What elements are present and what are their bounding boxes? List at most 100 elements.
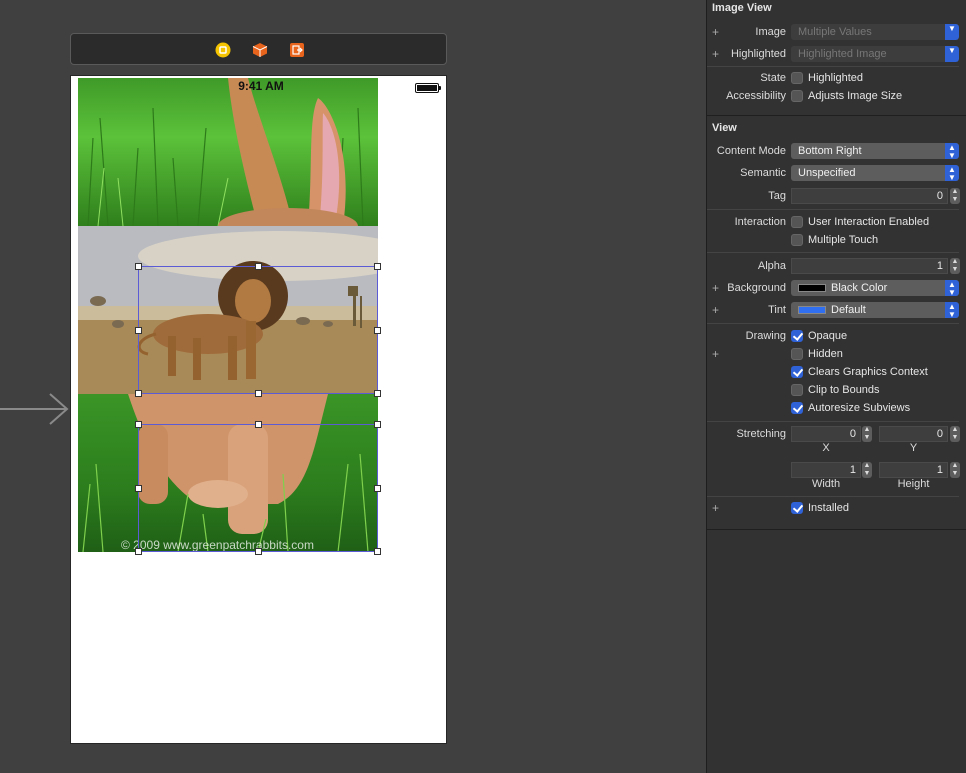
autoresize-subviews-label: Autoresize Subviews bbox=[808, 402, 911, 414]
alpha-label: Alpha bbox=[757, 260, 786, 272]
stretching-label: Stretching bbox=[736, 428, 786, 440]
resize-handle[interactable] bbox=[135, 327, 142, 334]
add-variation-button[interactable]: + bbox=[712, 501, 719, 515]
tag-label: Tag bbox=[768, 190, 786, 202]
stretch-height-stepper[interactable]: ▲ ▼ bbox=[950, 462, 960, 478]
multiple-touch-checkbox[interactable] bbox=[791, 234, 803, 246]
rabbit-image-top[interactable] bbox=[78, 78, 378, 226]
hidden-checkbox[interactable] bbox=[791, 348, 803, 360]
tint-value: Default bbox=[831, 304, 866, 316]
content-mode-value: Bottom Right bbox=[798, 145, 862, 157]
resize-handle[interactable] bbox=[255, 548, 262, 555]
semantic-popup[interactable]: Unspecified ▲ ▼ bbox=[791, 165, 959, 181]
add-variation-button[interactable]: + bbox=[712, 347, 719, 361]
add-variation-button[interactable]: + bbox=[712, 47, 719, 61]
stretch-height-field[interactable]: 1 bbox=[879, 462, 948, 478]
image-combobox[interactable]: Multiple Values ▼ bbox=[791, 24, 959, 40]
chevron-down-icon[interactable]: ▼ bbox=[945, 46, 959, 62]
resize-handle[interactable] bbox=[135, 485, 142, 492]
resize-handle[interactable] bbox=[135, 548, 142, 555]
add-variation-button[interactable]: + bbox=[712, 281, 719, 295]
stretch-y-stepper[interactable]: ▲ ▼ bbox=[950, 426, 960, 442]
user-interaction-label: User Interaction Enabled bbox=[808, 216, 930, 228]
highlighted-value: Highlighted Image bbox=[798, 48, 887, 60]
autoresize-subviews-checkbox[interactable] bbox=[791, 402, 803, 414]
stretch-x-field[interactable]: 0 bbox=[791, 426, 861, 442]
tint-color-swatch bbox=[798, 306, 826, 315]
resize-handle[interactable] bbox=[374, 390, 381, 397]
chevron-down-icon[interactable]: ▼ bbox=[945, 24, 959, 40]
semantic-value: Unspecified bbox=[798, 167, 856, 179]
iphone-canvas[interactable]: 9:41 AM © 2009 www.greenpatchrabbits.com bbox=[70, 75, 447, 744]
alpha-stepper[interactable]: ▲ ▼ bbox=[950, 258, 960, 274]
entry-point-arrow-icon[interactable] bbox=[0, 392, 72, 428]
resize-handle[interactable] bbox=[255, 421, 262, 428]
highlighted-checkbox[interactable] bbox=[791, 72, 803, 84]
clip-to-bounds-checkbox[interactable] bbox=[791, 384, 803, 396]
resize-handle[interactable] bbox=[374, 548, 381, 555]
tint-color-popup[interactable]: Default ▲ ▼ bbox=[791, 302, 959, 318]
stretch-x-stepper[interactable]: ▲ ▼ bbox=[862, 426, 872, 442]
add-variation-button[interactable]: + bbox=[712, 303, 719, 317]
clears-graphics-context-checkbox[interactable] bbox=[791, 366, 803, 378]
alpha-field[interactable]: 1 bbox=[791, 258, 948, 274]
stretch-width-stepper[interactable]: ▲ ▼ bbox=[862, 462, 872, 478]
status-bar-time: 9:41 AM bbox=[238, 79, 284, 93]
background-value: Black Color bbox=[831, 282, 888, 294]
up-down-arrows-icon[interactable]: ▲ ▼ bbox=[945, 280, 959, 296]
resize-handle[interactable] bbox=[374, 327, 381, 334]
up-down-arrows-icon[interactable]: ▲ ▼ bbox=[945, 143, 959, 159]
installed-checkbox[interactable] bbox=[791, 502, 803, 514]
state-label: State bbox=[760, 72, 786, 84]
stretch-width-caption: Width bbox=[811, 478, 841, 490]
opaque-label: Opaque bbox=[808, 330, 848, 342]
tag-stepper[interactable]: ▲ ▼ bbox=[950, 188, 960, 204]
battery-icon bbox=[415, 83, 441, 93]
resize-handle[interactable] bbox=[374, 485, 381, 492]
highlighted-label: Highlighted bbox=[730, 48, 786, 60]
stretch-y-field[interactable]: 0 bbox=[879, 426, 948, 442]
resize-handle[interactable] bbox=[255, 263, 262, 270]
resize-handle[interactable] bbox=[374, 421, 381, 428]
resize-handle[interactable] bbox=[135, 390, 142, 397]
stretch-y-caption: Y bbox=[909, 442, 918, 454]
highlighted-checkbox-label: Highlighted bbox=[808, 72, 864, 84]
user-interaction-checkbox[interactable] bbox=[791, 216, 803, 228]
semantic-label: Semantic bbox=[740, 167, 786, 179]
clears-graphics-context-label: Clears Graphics Context bbox=[808, 366, 928, 378]
content-mode-popup[interactable]: Bottom Right ▲ ▼ bbox=[791, 143, 959, 159]
background-label: Background bbox=[727, 282, 786, 294]
stretch-width-field[interactable]: 1 bbox=[791, 462, 861, 478]
rabbit-image-selection-frame[interactable] bbox=[138, 424, 378, 552]
drawing-label: Drawing bbox=[745, 330, 786, 342]
resize-handle[interactable] bbox=[135, 263, 142, 270]
accessibility-label: Accessibility bbox=[726, 90, 786, 102]
resize-handle[interactable] bbox=[255, 390, 262, 397]
opaque-checkbox[interactable] bbox=[791, 330, 803, 342]
attributes-inspector: Image View + Image Multiple Values ▼ + H… bbox=[706, 0, 966, 773]
image-view-section-title: Image View bbox=[712, 2, 772, 14]
resize-handle[interactable] bbox=[374, 263, 381, 270]
installed-label: Installed bbox=[808, 502, 849, 514]
interaction-label: Interaction bbox=[734, 216, 786, 228]
highlighted-image-combobox[interactable]: Highlighted Image ▼ bbox=[791, 46, 959, 62]
up-down-arrows-icon[interactable]: ▲ ▼ bbox=[945, 302, 959, 318]
clip-to-bounds-label: Clip to Bounds bbox=[808, 384, 880, 396]
hidden-label: Hidden bbox=[808, 348, 843, 360]
scene-dock bbox=[70, 33, 447, 65]
black-color-swatch bbox=[798, 284, 826, 293]
view-controller-icon[interactable] bbox=[215, 42, 231, 58]
tag-field[interactable]: 0 bbox=[791, 188, 948, 204]
stretch-height-caption: Height bbox=[897, 478, 930, 490]
image-value: Multiple Values bbox=[798, 26, 872, 38]
adjusts-image-size-label: Adjusts Image Size bbox=[808, 90, 903, 102]
lion-image-selection-frame[interactable] bbox=[138, 266, 378, 394]
resize-handle[interactable] bbox=[135, 421, 142, 428]
background-color-popup[interactable]: Black Color ▲ ▼ bbox=[791, 280, 959, 296]
add-variation-button[interactable]: + bbox=[712, 25, 719, 39]
up-down-arrows-icon[interactable]: ▲ ▼ bbox=[945, 165, 959, 181]
tint-label: Tint bbox=[768, 304, 786, 316]
adjusts-image-size-checkbox[interactable] bbox=[791, 90, 803, 102]
first-responder-cube-icon[interactable] bbox=[252, 42, 268, 58]
exit-icon[interactable] bbox=[289, 42, 305, 58]
